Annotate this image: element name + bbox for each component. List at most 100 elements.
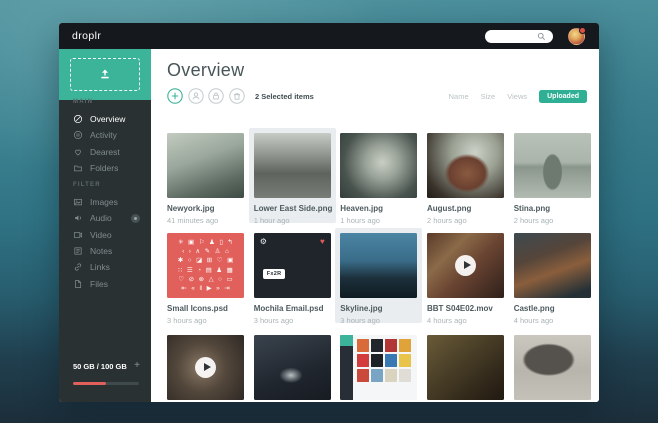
sidebar-item-folders[interactable]: Folders — [59, 160, 151, 176]
avatar[interactable] — [568, 28, 585, 45]
file-thumbnail — [167, 133, 244, 198]
file-card-heaven-jpg[interactable]: Heaven.jpg1 hours ago — [340, 133, 417, 225]
play-button[interactable] — [195, 357, 216, 378]
droplr-logo: droplr — [72, 30, 101, 42]
file-name: Newyork.jpg — [167, 204, 244, 213]
file-timestamp: 41 minutes ago — [167, 216, 244, 225]
sidebar-item-activity[interactable]: Activity — [59, 127, 151, 143]
file-name: Skyline.jpg — [340, 304, 417, 313]
sidebar-item-dearest[interactable]: Dearest — [59, 144, 151, 160]
file-thumbnail — [514, 335, 591, 400]
section-label: FILTER — [59, 182, 151, 188]
mini-icons-row: ♡⊘⊗△○▭ — [174, 275, 237, 284]
file-name: Small Icons.psd — [167, 304, 244, 313]
file-thumbnail — [340, 133, 417, 198]
file-timestamp: 3 hours ago — [340, 316, 417, 325]
main-content: Overview — [151, 49, 599, 402]
images-icon — [73, 197, 83, 207]
topbar: droplr — [59, 23, 599, 49]
sidebar-item-overview[interactable]: Overview — [59, 111, 151, 127]
mini-app-grid — [357, 339, 414, 382]
file-timestamp: 1 hours ago — [340, 216, 417, 225]
file-card[interactable] — [340, 335, 417, 400]
file-thumbnail — [254, 133, 331, 198]
file-thumbnail: ✳▣⚐♟▯↰‹›∧✎♙⌂✱○◪⊞♡▣∷☰◔▤♟▦♡⊘⊗△○▭⇤«‖▶»⇥ — [167, 233, 244, 298]
search-input[interactable] — [485, 30, 553, 43]
file-card-august-png[interactable]: August.png2 hours ago — [427, 133, 504, 225]
mini-icons-row: ∷☰◔▤♟▦ — [174, 266, 238, 275]
sidebar-item-label: Audio — [90, 213, 112, 223]
mini-icons-row: ✱○◪⊞♡▣ — [173, 256, 237, 265]
storage-progress-bar — [73, 382, 139, 385]
file-timestamp: 3 hours ago — [254, 316, 331, 325]
file-card-castle-png[interactable]: Castle.png4 hours ago — [514, 233, 591, 325]
file-thumbnail — [427, 133, 504, 198]
file-thumbnail — [514, 233, 591, 298]
file-timestamp: 3 hours ago — [167, 316, 244, 325]
sidebar-item-files[interactable]: Files — [59, 275, 151, 291]
mini-icons-row: ‹›∧✎♙⌂ — [178, 247, 234, 256]
file-thumbnail — [254, 335, 331, 400]
sidebar-item-video[interactable]: Video — [59, 227, 151, 243]
file-grid: Newyork.jpg 41 minutes ago Lower East Side… — [151, 49, 599, 402]
file-card[interactable] — [167, 335, 244, 400]
file-thumbnail — [427, 335, 504, 400]
desktop-background: droplr MAINOverviewActivityDearestFolder… — [0, 0, 658, 423]
sidebar-item-label: Files — [90, 279, 108, 289]
sidebar-item-links[interactable]: Links — [59, 259, 151, 275]
notes-icon — [73, 246, 83, 256]
sidebar-section-filter: FILTER Images Audio Video Notes Links Files — [59, 182, 151, 292]
file-card-skyline-jpg[interactable]: Skyline.jpg 3 hours ago — [340, 233, 417, 325]
video-icon — [73, 230, 83, 240]
mini-app-logo — [340, 335, 353, 346]
sidebar-item-notes[interactable]: Notes — [59, 243, 151, 259]
sidebar-item-label: Notes — [90, 246, 112, 256]
file-thumbnail — [427, 233, 504, 298]
activity-icon — [73, 130, 83, 140]
sidebar-item-label: Images — [90, 197, 118, 207]
sidebar-item-label: Activity — [90, 130, 117, 140]
file-thumbnail — [340, 233, 417, 298]
files-icon — [73, 279, 83, 289]
play-button[interactable] — [455, 255, 476, 276]
sidebar-item-label: Dearest — [90, 147, 120, 157]
sidebar-item-images[interactable]: Images — [59, 194, 151, 210]
file-thumbnail — [167, 335, 244, 400]
file-card-bbt-s04e02-mov[interactable]: BBT S04E02.mov4 hours ago — [427, 233, 504, 325]
links-icon — [73, 262, 83, 272]
file-card[interactable] — [514, 335, 591, 400]
file-card[interactable] — [254, 335, 331, 400]
file-name: Stina.png — [514, 204, 591, 213]
sidebar-item-label: Overview — [90, 114, 125, 124]
file-name: Mochila Email.psd — [254, 304, 331, 313]
file-card-lower-east-side-png[interactable]: Lower East Side.png 1 hour ago — [254, 133, 331, 225]
file-thumbnail — [340, 335, 417, 400]
sidebar-item-audio[interactable]: Audio — [59, 210, 151, 226]
notification-badge-icon — [579, 27, 586, 34]
file-timestamp: 4 hours ago — [514, 316, 591, 325]
file-timestamp: 1 hour ago — [254, 216, 331, 225]
file-name: August.png — [427, 204, 504, 213]
storage-usage-label: 50 GB / 100 GB — [73, 362, 127, 371]
dearest-icon — [73, 147, 83, 157]
file-thumbnail: ⚙♥Fx2R — [254, 233, 331, 298]
add-storage-button[interactable]: + — [134, 360, 140, 371]
mini-icons-row: ⇤«‖▶»⇥ — [177, 284, 234, 293]
upload-dropzone[interactable] — [59, 49, 151, 100]
audio-icon — [73, 213, 83, 223]
section-label: MAIN — [59, 99, 151, 105]
file-card-newyork-jpg[interactable]: Newyork.jpg 41 minutes ago — [167, 133, 244, 225]
file-card[interactable] — [427, 335, 504, 400]
file-timestamp: 2 hours ago — [514, 216, 591, 225]
file-card-small-icons-psd[interactable]: ✳▣⚐♟▯↰‹›∧✎♙⌂✱○◪⊞♡▣∷☰◔▤♟▦♡⊘⊗△○▭⇤«‖▶»⇥ Smal… — [167, 233, 244, 325]
upload-icon — [98, 69, 112, 80]
heart-icon: ♥ — [320, 237, 325, 246]
file-card-mochila-email-psd[interactable]: ⚙♥Fx2RMochila Email.psd3 hours ago — [254, 233, 331, 325]
shortcut-badge: Fx2R — [263, 269, 286, 279]
sidebar-item-label: Folders — [90, 163, 118, 173]
file-name: Lower East Side.png — [254, 204, 331, 213]
sidebar: MAIN Overview Activity Dearest Folders FILTER… — [59, 49, 151, 402]
count-badge — [131, 214, 140, 223]
folders-icon — [73, 163, 83, 173]
file-card-stina-png[interactable]: Stina.png 2 hours ago — [514, 133, 591, 225]
